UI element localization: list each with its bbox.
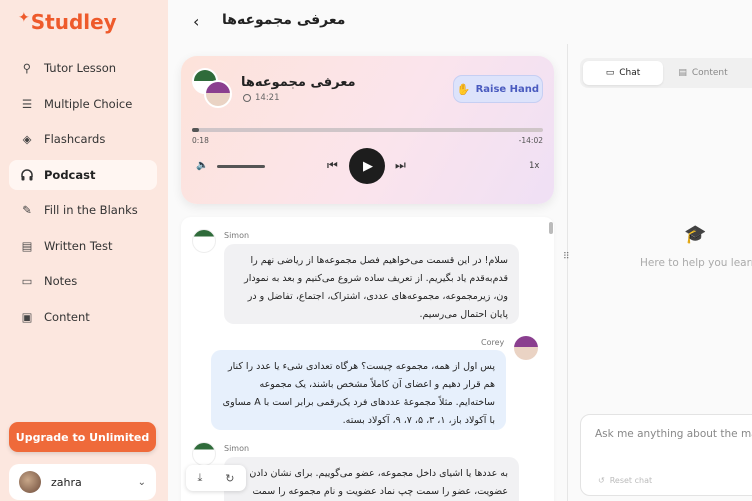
sidebar-item-fill-in-the-blanks[interactable]: ✎ Fill in the Blanks — [9, 195, 157, 225]
pencil-icon: ✎ — [22, 203, 32, 217]
panel-divider — [567, 44, 568, 501]
resize-handle-icon[interactable]: ⠿ — [563, 252, 570, 262]
page-title: معرفی مجموعه‌ها — [222, 12, 346, 28]
speaker-name: Corey — [481, 338, 505, 347]
volume-slider[interactable] — [217, 165, 265, 168]
volume-icon[interactable]: 🔈 — [196, 160, 208, 171]
speaker-name: Simon — [224, 444, 250, 453]
sidebar-item-label: Multiple Choice — [44, 96, 133, 111]
tab-content[interactable]: ▤ Content — [663, 61, 743, 85]
reset-label: Reset chat — [609, 476, 653, 485]
user-name: zahra — [51, 475, 82, 489]
document-icon: ▤ — [678, 68, 687, 78]
sidebar-item-podcast[interactable]: Podcast — [9, 159, 157, 190]
tutor-lesson-icon: ⚲ — [22, 61, 32, 75]
sidebar-item-label: Content — [44, 309, 90, 324]
progress-bar[interactable] — [192, 128, 543, 132]
podcast-duration: 14:21 — [243, 93, 280, 103]
host-avatar-corey — [204, 80, 232, 108]
tab-label: Content — [691, 68, 728, 78]
sidebar-item-tutor-lesson[interactable]: ⚲ Tutor Lesson — [9, 53, 157, 83]
raise-hand-label: Raise Hand — [475, 83, 540, 95]
logo-icon: ✦ — [18, 10, 30, 26]
content-icon: ▣ — [21, 309, 33, 324]
upgrade-button[interactable]: Upgrade to Unlimited — [9, 422, 156, 452]
notes-icon: ▭ — [21, 274, 33, 288]
playback-speed-button[interactable]: 1x — [529, 161, 539, 171]
sidebar-item-label: Podcast — [44, 167, 96, 182]
play-button[interactable]: ▶ — [349, 148, 385, 184]
avatar — [192, 442, 216, 466]
refresh-icon[interactable]: ↻ — [225, 472, 234, 485]
podcast-player: معرفی مجموعه‌ها 14:21 ✋ Raise Hand 0:18 … — [181, 56, 554, 204]
graduation-cap-icon: 🎓 — [684, 224, 707, 245]
help-text: Here to help you learn — [640, 257, 752, 269]
reset-icon: ↺ — [598, 476, 605, 485]
sidebar-item-notes[interactable]: ▭ Notes — [9, 266, 157, 296]
avatar — [192, 229, 216, 253]
scrollbar[interactable] — [549, 222, 553, 234]
sidebar-item-written-test[interactable]: ▤ Written Test — [9, 231, 157, 261]
avatar — [19, 471, 41, 493]
sidebar: ✦ Studley ⚲ Tutor Lesson ☰ Multiple Choi… — [0, 0, 168, 501]
sidebar-item-label: Tutor Lesson — [44, 61, 117, 75]
sidebar-nav: ⚲ Tutor Lesson ☰ Multiple Choice ◈ Flash… — [9, 53, 157, 337]
skip-forward-button[interactable]: ⏭ — [395, 158, 406, 173]
avatar — [514, 336, 538, 360]
skip-back-button[interactable]: ⏮ — [327, 158, 338, 173]
sidebar-item-content[interactable]: ▣ Content — [9, 302, 157, 332]
podcast-title: معرفی مجموعه‌ها — [241, 75, 356, 90]
back-button[interactable]: ‹ — [193, 12, 199, 31]
transcript-message: پس اول از همه، مجموعه چیست؟ هرگاه تعدادی… — [211, 350, 506, 430]
app-logo[interactable]: ✦ Studley — [18, 10, 117, 34]
remaining-time: -14:02 — [518, 136, 543, 145]
duration-text: 14:21 — [255, 93, 280, 103]
headphones-icon — [19, 167, 35, 183]
user-menu[interactable]: zahra ⌄ — [9, 464, 156, 500]
clock-icon — [243, 94, 251, 102]
layers-icon: ◈ — [22, 132, 32, 146]
sidebar-item-multiple-choice[interactable]: ☰ Multiple Choice — [9, 89, 157, 119]
sidebar-item-label: Flashcards — [44, 132, 106, 146]
transcript-message: سلام! در این قسمت می‌خواهیم فصل مجموعه‌ه… — [224, 244, 519, 324]
download-icon[interactable]: ⤓ — [197, 471, 202, 485]
elapsed-time: 0:18 — [192, 136, 209, 145]
host-avatars — [192, 68, 234, 108]
chevron-down-icon: ⌄ — [137, 476, 146, 488]
app-name: Studley — [30, 10, 117, 34]
sidebar-item-flashcards[interactable]: ◈ Flashcards — [9, 124, 157, 154]
tab-label: Chat — [619, 68, 641, 78]
raise-hand-button[interactable]: ✋ Raise Hand — [453, 75, 543, 103]
sidebar-item-label: Written Test — [44, 238, 113, 253]
reset-chat-button[interactable]: ↺ Reset chat — [598, 476, 652, 485]
progress-fill — [192, 128, 200, 132]
assistant-tabs: ▭ Chat ▤ Content — [580, 58, 752, 88]
chat-icon: ▭ — [605, 68, 615, 78]
hand-icon: ✋ — [456, 82, 471, 96]
speaker-name: Simon — [224, 231, 250, 240]
tab-chat[interactable]: ▭ Chat — [583, 61, 663, 85]
transcript-message: به عددها یا اشیای داخل مجموعه، عضو می‌گو… — [224, 457, 519, 501]
sidebar-item-label: Fill in the Blanks — [44, 203, 138, 217]
transcript-actions: ⤓ ↻ — [186, 465, 246, 491]
written-test-icon: ▤ — [21, 238, 33, 253]
sidebar-item-label: Notes — [44, 274, 78, 288]
assistant-panel: ▭ Chat ▤ Content 🎓 Here to help you lear… — [580, 58, 752, 501]
list-check-icon: ☰ — [21, 96, 33, 111]
